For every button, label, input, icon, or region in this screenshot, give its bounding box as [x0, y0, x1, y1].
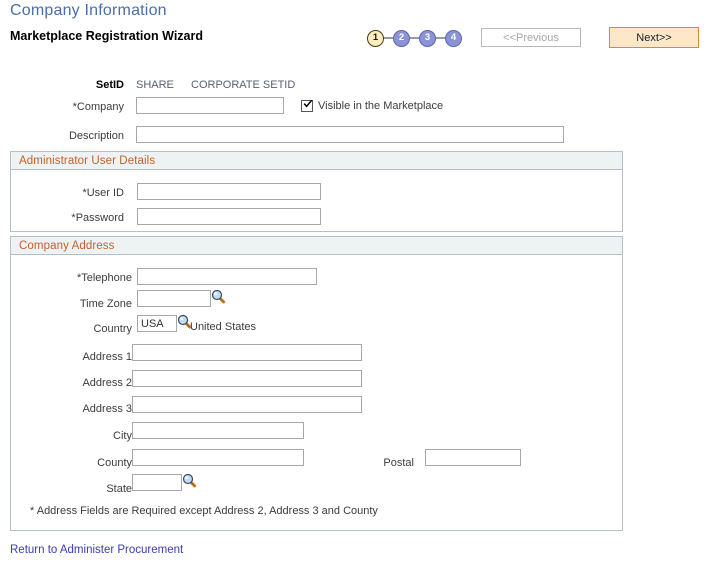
- setid-description: CORPORATE SETID: [191, 79, 296, 91]
- visible-in-marketplace-checkbox[interactable]: [301, 99, 313, 112]
- city-label: City: [113, 430, 132, 442]
- wizard-step-4[interactable]: 4: [445, 29, 462, 47]
- time-zone-lookup-icon[interactable]: [211, 289, 226, 304]
- previous-button[interactable]: <<Previous: [481, 28, 581, 47]
- setid-value: SHARE: [136, 79, 174, 91]
- county-label: County: [97, 457, 132, 469]
- state-input[interactable]: [132, 474, 182, 491]
- address2-label: Address 2: [82, 377, 132, 389]
- wizard-step-2[interactable]: 2: [393, 29, 410, 47]
- postal-input[interactable]: [425, 449, 521, 466]
- city-input[interactable]: [132, 422, 304, 439]
- company-address-header: Company Address: [11, 237, 622, 255]
- country-label: Country: [93, 323, 132, 335]
- time-zone-label: Time Zone: [79, 298, 132, 310]
- wizard-step-3[interactable]: 3: [419, 29, 436, 47]
- description-input[interactable]: [136, 126, 564, 143]
- wizard-step-connector: [410, 37, 419, 39]
- page-subtitle: Marketplace Registration Wizard: [10, 29, 203, 43]
- company-input[interactable]: [136, 97, 284, 114]
- postal-label: Postal: [383, 457, 414, 469]
- address3-input[interactable]: [132, 396, 362, 413]
- address3-label: Address 3: [82, 403, 132, 415]
- county-input[interactable]: [132, 449, 304, 466]
- user-id-input[interactable]: [137, 183, 321, 200]
- wizard-step-connector: [436, 37, 445, 39]
- telephone-input[interactable]: [137, 268, 317, 285]
- visible-in-marketplace-label: Visible in the Marketplace: [318, 100, 444, 112]
- wizard-step-indicator: 1 2 3 4: [367, 28, 462, 48]
- address-required-note: * Address Fields are Required except Add…: [30, 505, 378, 517]
- page-title: Company Information: [10, 2, 167, 19]
- state-lookup-icon[interactable]: [182, 473, 197, 488]
- administrator-user-details-header: Administrator User Details: [11, 152, 622, 170]
- telephone-label: *Telephone: [76, 272, 132, 284]
- checkmark-icon: [303, 99, 313, 109]
- country-description: United States: [190, 321, 257, 333]
- wizard-step-connector: [384, 37, 393, 39]
- user-id-label: *User ID: [82, 187, 124, 199]
- password-label: *Password: [71, 212, 124, 224]
- address1-label: Address 1: [82, 351, 132, 363]
- address1-input[interactable]: [132, 344, 362, 361]
- country-input[interactable]: [137, 315, 177, 332]
- address2-input[interactable]: [132, 370, 362, 387]
- state-label: State: [106, 483, 132, 495]
- next-button[interactable]: Next>>: [609, 27, 699, 48]
- time-zone-input[interactable]: [137, 290, 211, 307]
- description-label: Description: [68, 130, 124, 142]
- wizard-step-1[interactable]: 1: [367, 29, 384, 47]
- return-to-administer-procurement-link[interactable]: Return to Administer Procurement: [10, 544, 183, 556]
- company-label: *Company: [72, 101, 124, 113]
- password-input[interactable]: [137, 208, 321, 225]
- setid-label: SetID: [95, 79, 124, 91]
